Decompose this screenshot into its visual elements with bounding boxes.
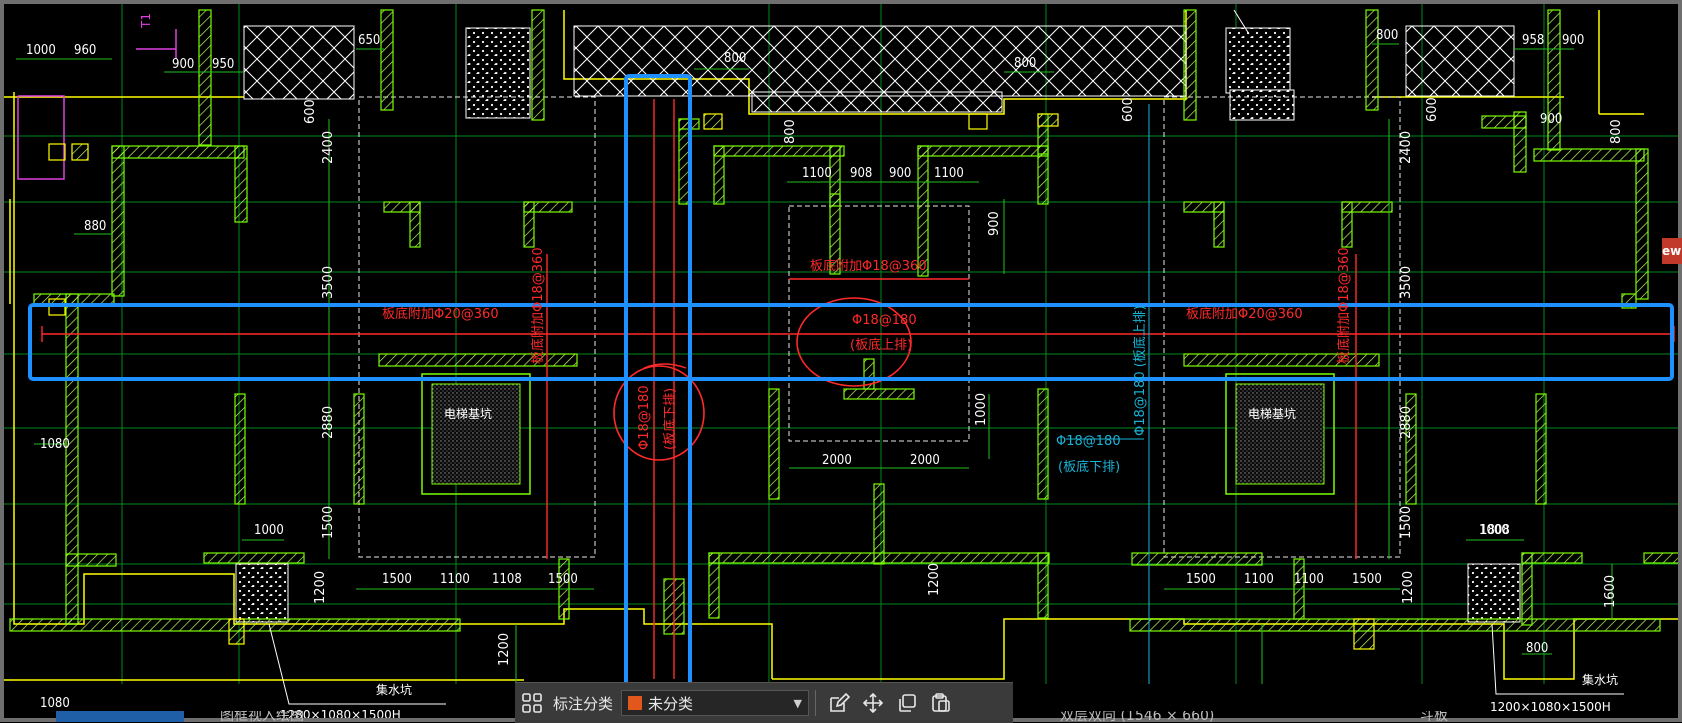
category-dropdown-value: 未分类 [648, 694, 694, 713]
dim-label: 800 [1526, 641, 1549, 656]
side-float-widget[interactable]: ew [1662, 238, 1682, 264]
dim-label: 1200 [927, 562, 942, 596]
magenta-marker-text: T1 [139, 13, 153, 28]
sump-label: 集水坑 [1582, 673, 1619, 687]
dim-label: 1500 [1186, 572, 1216, 587]
dim-label: 800 [1014, 56, 1037, 71]
rebar-label-left: 板底附加Φ20@360 [382, 307, 499, 322]
dim-label: 650 [358, 33, 381, 48]
dim-label: 1000 [26, 43, 56, 58]
magenta-outline [17, 95, 65, 180]
dim-label: 1080 [40, 437, 70, 452]
elevator-pit-label: 电梯基坑 [1248, 407, 1297, 421]
small-markers [48, 113, 988, 316]
edit-icon[interactable] [822, 686, 856, 720]
dim-label: 900 [889, 166, 912, 181]
dim-label: 1108 [492, 572, 522, 587]
cad-drawing-canvas[interactable]: 1000 960 900 950 650 800 800 800 958 900… [0, 0, 1682, 722]
rebar-label-right: 板底附加Φ20@360 [1186, 307, 1303, 322]
elevator-pit-label: 电梯基坑 [444, 407, 493, 421]
rebar-label-center: 板底附加Φ18@360 [810, 259, 927, 274]
dim-label: 2000 [822, 453, 852, 468]
dim-label: 950 [212, 57, 235, 72]
dim-label: 1500 [1399, 505, 1414, 539]
status-text: 斗板 [1420, 711, 1448, 722]
dim-label: 2400 [1399, 130, 1414, 164]
category-label: 标注分类 [553, 694, 614, 713]
dim-label: 1600 [1603, 574, 1618, 608]
dim-label: 1100 [934, 166, 964, 181]
category-dropdown[interactable]: 未分类 ▼ [621, 690, 810, 716]
annotation-toolbar: 标注分类 未分类 ▼ [515, 682, 1013, 723]
dim-label: 900 [172, 57, 195, 72]
rebar-callout-note: (板底上排) [850, 338, 913, 353]
status-text: 双层双向 (1546 × 660) [1060, 711, 1215, 722]
dim-label: 1080 [40, 696, 70, 711]
dim-label: 800 [1609, 119, 1624, 144]
cyan-rebar-spec: Φ18@180 [1056, 434, 1121, 449]
dim-label: 900 [1562, 33, 1585, 48]
dim-label: 1500 [382, 572, 412, 587]
grid-apps-icon[interactable] [515, 686, 549, 720]
rebar-label-right-vertical: 板底附加Φ18@360 [1337, 247, 1352, 364]
dim-label: 1200 [1401, 570, 1416, 604]
cross-hatched-blocks [243, 25, 1515, 113]
cyan-rebar-vertical: Φ18@180 (板底上排) [1133, 305, 1148, 436]
dim-label: 800 [724, 51, 747, 66]
dim-label: 1808 [1480, 523, 1510, 538]
dim-label: 1200 [313, 570, 328, 604]
rebar-callout-note-vertical: (板底下排) [663, 387, 678, 450]
dim-label: 1500 [321, 505, 336, 539]
dim-label: 600 [1121, 97, 1136, 122]
dim-label: 2880 [321, 405, 336, 439]
dim-label: 1200 [497, 632, 512, 666]
status-tab-active[interactable] [56, 711, 184, 722]
sump-label: 集水坑 [376, 683, 413, 697]
dim-label: 960 [74, 43, 97, 58]
copy-icon[interactable] [890, 686, 924, 720]
status-text: 图框视入绘图 [220, 711, 304, 722]
dim-label: 1100 [440, 572, 470, 587]
dim-label: 1000 [974, 392, 989, 426]
dim-label: 2000 [910, 453, 940, 468]
dim-label: 3500 [321, 265, 336, 299]
dim-label: 2880 [1399, 405, 1414, 439]
dim-label: 800 [1376, 28, 1399, 43]
move-icon[interactable] [856, 686, 890, 720]
side-float-label: ew [1662, 244, 1682, 258]
dim-label: 1100 [802, 166, 832, 181]
chevron-down-icon: ▼ [793, 696, 803, 710]
dim-label: 800 [783, 119, 798, 144]
dim-label: 2400 [321, 130, 336, 164]
dim-label: 600 [303, 99, 318, 124]
dim-label: 1500 [548, 572, 578, 587]
dim-label: 958 [1522, 33, 1545, 48]
rebar-callout-spec: Φ18@180 [852, 313, 917, 328]
dim-label: 3500 [1399, 265, 1414, 299]
dim-label: 908 [850, 166, 873, 181]
dim-label: 1500 [1352, 572, 1382, 587]
dim-label: 600 [1425, 97, 1440, 122]
dim-label: 1100 [1244, 572, 1274, 587]
paste-icon[interactable] [924, 686, 958, 720]
rebar-callout-spec-vertical: Φ18@180 [637, 385, 652, 450]
cyan-rebar-note: (板底下排) [1058, 460, 1121, 475]
dim-label: 1100 [1294, 572, 1324, 587]
dim-label: 1000 [254, 523, 284, 538]
dim-label: 900 [987, 211, 1002, 236]
toolbar-divider [815, 690, 817, 716]
dim-label: 900 [1540, 112, 1563, 127]
dim-label: 880 [84, 219, 107, 234]
rebar-label-left-vertical: 板底附加Φ18@360 [531, 247, 546, 364]
category-color-swatch [628, 696, 643, 710]
